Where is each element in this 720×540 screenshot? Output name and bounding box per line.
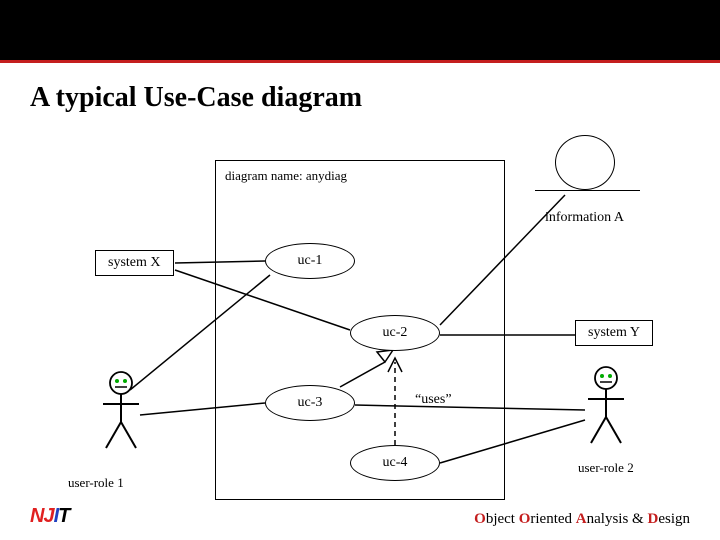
diagram-name-label: diagram name: anydiag	[225, 168, 347, 184]
stick-figure-icon	[100, 370, 142, 450]
logo-t: T	[58, 505, 69, 528]
uses-label: “uses”	[415, 392, 452, 408]
actor-system-y: system Y	[575, 320, 653, 346]
logo-n: N	[30, 505, 43, 528]
user-role-1-label: user-role 1	[68, 475, 124, 491]
actor-user-role-2	[585, 365, 627, 445]
njit-logo: N J I T	[30, 505, 69, 528]
information-a-underline	[535, 190, 640, 191]
red-divider	[0, 60, 720, 63]
information-a-head	[555, 135, 615, 190]
actor-system-x: system X	[95, 250, 174, 276]
slide-title: A typical Use-Case diagram	[30, 82, 362, 114]
stick-figure-icon	[585, 365, 627, 445]
use-case-2: uc-2	[350, 315, 440, 351]
use-case-3: uc-3	[265, 385, 355, 421]
use-case-1: uc-1	[265, 243, 355, 279]
footer-tagline: Object Oriented Analysis & Design	[474, 511, 690, 528]
logo-j: J	[43, 505, 53, 528]
actor-user-role-1	[100, 370, 142, 450]
use-case-4: uc-4	[350, 445, 440, 481]
diagram-area: diagram name: anydiag information A syst…	[30, 130, 690, 500]
information-a-label: information A	[545, 210, 624, 226]
top-black-bar	[0, 0, 720, 60]
user-role-2-label: user-role 2	[578, 460, 634, 476]
